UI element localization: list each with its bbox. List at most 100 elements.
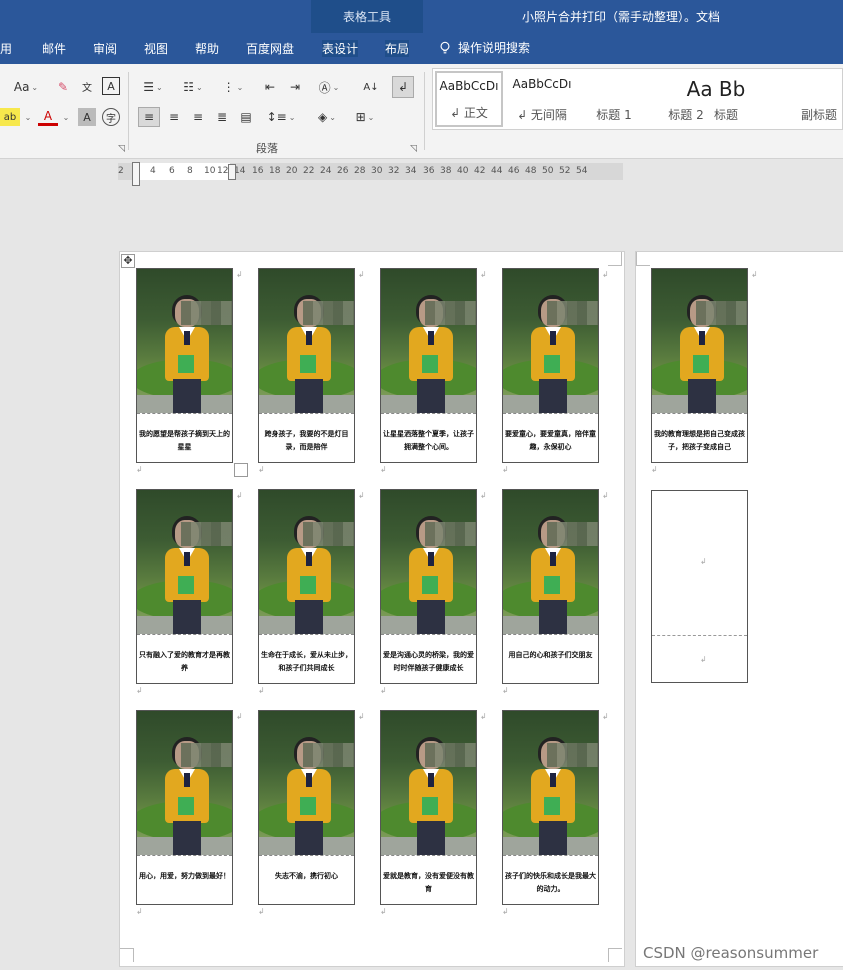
ruler-number: 24 bbox=[320, 166, 332, 176]
bullets-icon[interactable]: ☰ ⌄ bbox=[138, 78, 168, 96]
student-photo bbox=[652, 269, 747, 413]
card-caption: 用自己的心和孩子们交朋友 bbox=[508, 650, 593, 659]
chevron-down-icon[interactable]: ⌄ bbox=[60, 108, 70, 126]
tab-use[interactable]: 用 bbox=[0, 40, 12, 57]
privacy-blur bbox=[547, 301, 598, 325]
student-photo bbox=[259, 269, 354, 413]
phonetic-guide-icon[interactable]: 文 bbox=[78, 76, 96, 96]
indent-marker[interactable] bbox=[132, 162, 140, 186]
style-heading-1[interactable]: 标题 1 bbox=[581, 71, 647, 127]
ruler-number: 42 bbox=[474, 166, 486, 176]
photo-card[interactable]: 用自己的心和孩子们交朋友 bbox=[502, 489, 599, 684]
style-subtitle[interactable]: 副标题 bbox=[795, 71, 843, 127]
justify-icon[interactable]: ≣ bbox=[212, 107, 232, 127]
decrease-indent-icon[interactable]: ⇤ bbox=[260, 78, 280, 96]
document-title: 小照片合并打印（需手动整理）。文档 bbox=[522, 10, 721, 24]
photo-card[interactable]: 生命在于成长，爱从未止步，和孩子们共同成长 bbox=[258, 489, 355, 684]
styles-gallery: AaBbCcDı ↲ 正文 AaBbCcDı ↲ 无间隔 标题 1 标题 2 A… bbox=[432, 68, 843, 130]
ruler-number: 10 bbox=[204, 166, 216, 176]
privacy-blur bbox=[425, 522, 476, 546]
highlight-color-icon[interactable]: ab bbox=[0, 108, 20, 126]
borders-icon[interactable]: ⊞ ⌄ bbox=[350, 107, 380, 127]
chinese-layout-icon[interactable]: Ⓐ ⌄ bbox=[312, 78, 346, 96]
paragraph-mark: ↲ bbox=[258, 686, 265, 695]
privacy-blur bbox=[181, 743, 232, 767]
student-photo bbox=[503, 711, 598, 855]
paragraph-mark: ↲ bbox=[480, 491, 487, 500]
paragraph-mark: ↲ bbox=[380, 907, 387, 916]
enclose-characters-icon[interactable]: 字 bbox=[102, 108, 120, 126]
ruler-number: 2 bbox=[118, 166, 124, 176]
ruler-number: 44 bbox=[491, 166, 503, 176]
paragraph-dialog-launcher-icon[interactable]: ◹ bbox=[410, 144, 417, 154]
title-bar: 表格工具 小照片合并打印（需手动整理）。文档 用 邮件 审阅 视图 帮助 百度网… bbox=[0, 0, 843, 64]
photo-card[interactable]: 只有融入了爱的教育才是再教养 bbox=[136, 489, 233, 684]
character-shading-icon[interactable]: A bbox=[78, 108, 96, 126]
ruler-number: 36 bbox=[423, 166, 435, 176]
clear-formatting-icon[interactable]: ✎ bbox=[54, 78, 72, 96]
page-corner-mark bbox=[608, 252, 622, 266]
card-caption: 爱是沟通心灵的桥梁，我的爱时时伴随孩子健康成长 bbox=[383, 650, 474, 672]
photo-card[interactable]: 孩子们的快乐和成长是我最大的动力。 bbox=[502, 710, 599, 905]
font-dialog-launcher-icon[interactable]: ◹ bbox=[118, 144, 125, 154]
ruler-number: 16 bbox=[252, 166, 264, 176]
horizontal-ruler[interactable]: 2246810121416182022242628303234363840424… bbox=[118, 163, 623, 180]
photo-card[interactable]: 用心，用爱，努力做到最好！ bbox=[136, 710, 233, 905]
paragraph-mark: ↲ bbox=[380, 686, 387, 695]
increase-indent-icon[interactable]: ⇥ bbox=[285, 78, 305, 96]
photo-card[interactable]: 要爱童心，要爱童真，陪伴童趣，永保初心 bbox=[502, 268, 599, 463]
align-left-icon[interactable]: ≡ bbox=[138, 107, 160, 127]
photo-card[interactable]: 我的愿望是帮孩子摘到天上的星星 bbox=[136, 268, 233, 463]
change-case-button[interactable]: Aa ⌄ bbox=[8, 78, 44, 96]
ruler-number: 32 bbox=[388, 166, 400, 176]
empty-card-cell[interactable]: ↲ ↲ bbox=[651, 490, 748, 683]
multilevel-list-icon[interactable]: ⋮ ⌄ bbox=[218, 78, 248, 96]
tab-layout[interactable]: 布局 bbox=[385, 40, 410, 57]
ruler-number: 12 bbox=[217, 166, 229, 176]
paragraph-mark: ↲ bbox=[236, 270, 243, 279]
tab-review[interactable]: 审阅 bbox=[93, 40, 117, 57]
tell-me-search[interactable]: 操作说明搜索 bbox=[438, 39, 530, 56]
style-normal[interactable]: AaBbCcDı ↲ 正文 bbox=[435, 71, 503, 127]
style-no-spacing[interactable]: AaBbCcDı ↲ 无间隔 bbox=[507, 71, 577, 127]
privacy-blur bbox=[303, 743, 354, 767]
tab-table-design[interactable]: 表设计 bbox=[322, 40, 359, 57]
distributed-icon[interactable]: ▤ bbox=[236, 107, 256, 127]
paragraph-mark: ↲ bbox=[380, 465, 387, 474]
style-title[interactable]: Aa Bb 标题 bbox=[673, 71, 759, 127]
tab-view[interactable]: 视图 bbox=[144, 40, 168, 57]
ruler-number: 8 bbox=[187, 166, 193, 176]
student-photo bbox=[503, 269, 598, 413]
photo-card[interactable]: 跨身孩子，我要的不是灯目录，而是陪伴 bbox=[258, 268, 355, 463]
font-color-icon[interactable]: A bbox=[38, 108, 58, 126]
sort-icon[interactable]: A↓ bbox=[362, 78, 380, 96]
photo-card[interactable]: 失志不渝，携行初心 bbox=[258, 710, 355, 905]
paragraph-mark: ↲ bbox=[751, 270, 758, 279]
table-move-handle-icon[interactable]: ✥ bbox=[121, 254, 135, 268]
line-spacing-icon[interactable]: ↕≡ ⌄ bbox=[266, 107, 296, 127]
card-caption: 跨身孩子，我要的不是灯目录，而是陪伴 bbox=[264, 429, 349, 451]
privacy-blur bbox=[303, 301, 354, 325]
column-marker[interactable] bbox=[228, 164, 236, 180]
align-center-icon[interactable]: ≡ bbox=[164, 107, 184, 127]
photo-card[interactable]: 我的教育理想是把自己变成孩子，把孩子变成自己 bbox=[651, 268, 748, 463]
photo-card[interactable]: 爱就是教育，没有爱便没有教育 bbox=[380, 710, 477, 905]
chevron-down-icon[interactable]: ⌄ bbox=[22, 108, 32, 126]
ruler-number: 34 bbox=[405, 166, 417, 176]
numbering-icon[interactable]: ☷ ⌄ bbox=[178, 78, 208, 96]
privacy-blur bbox=[547, 522, 598, 546]
align-right-icon[interactable]: ≡ bbox=[188, 107, 208, 127]
student-photo bbox=[259, 711, 354, 855]
tab-baidu-netdisk[interactable]: 百度网盘 bbox=[246, 40, 294, 57]
chevron-down-icon: ⌄ bbox=[31, 82, 39, 92]
card-caption: 用心，用爱，努力做到最好！ bbox=[139, 871, 230, 880]
character-border-icon[interactable]: A bbox=[102, 77, 120, 95]
photo-card[interactable]: 爱是沟通心灵的桥梁，我的爱时时伴随孩子健康成长 bbox=[380, 489, 477, 684]
photo-card[interactable]: 让星星洒落整个夏季，让孩子拥满整个心间。 bbox=[380, 268, 477, 463]
privacy-blur bbox=[181, 301, 232, 325]
tab-mailings[interactable]: 邮件 bbox=[42, 40, 66, 57]
tab-help[interactable]: 帮助 bbox=[195, 40, 219, 57]
shading-icon[interactable]: ◈ ⌄ bbox=[312, 107, 342, 127]
show-formatting-marks-icon[interactable]: ↲ bbox=[392, 76, 414, 98]
table-resize-handle[interactable] bbox=[234, 463, 248, 477]
